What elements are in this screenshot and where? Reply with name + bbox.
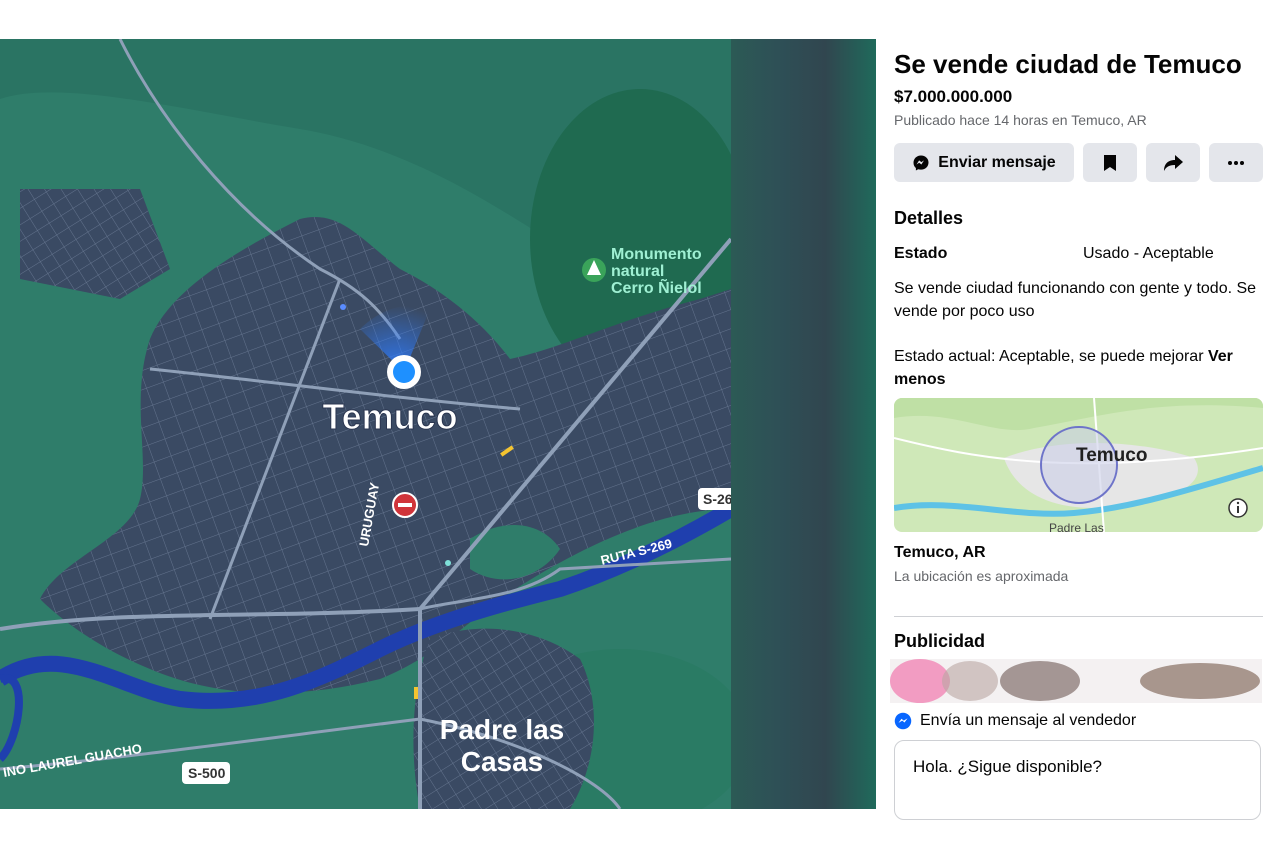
ads-blur-svg xyxy=(890,659,1262,703)
route-badge-s26-text: S-26 xyxy=(703,491,731,507)
share-icon xyxy=(1164,154,1183,171)
details-heading: Detalles xyxy=(894,208,964,228)
location-note: La ubicación es aproximada xyxy=(894,568,1069,584)
minimap-town-label: Padre Las xyxy=(1049,521,1104,532)
map-town-label-line1: Padre las xyxy=(440,714,565,745)
listing-panel: Se vende ciudad de Temuco $7.000.000.000… xyxy=(876,39,1272,820)
description-status-text: Estado actual: Aceptable, se puede mejor… xyxy=(894,348,1204,365)
condition-label: Estado xyxy=(894,245,948,262)
map-town-label-line2: Casas xyxy=(461,746,544,777)
divider xyxy=(894,616,1263,617)
listing-title: Se vende ciudad de Temuco xyxy=(894,49,1242,79)
more-options-button[interactable] xyxy=(1209,143,1263,182)
map-poi-label-3: Cerro Ñielol xyxy=(611,277,702,297)
messenger-icon xyxy=(894,712,912,730)
listing-price: $7.000.000.000 xyxy=(894,87,1013,106)
description-status: Estado actual: Aceptable, se puede mejor… xyxy=(894,345,1264,391)
location-minimap[interactable]: Temuco Padre Las xyxy=(894,398,1263,532)
route-badge-s500: S-500 xyxy=(182,762,230,784)
map-poi-label-2: natural xyxy=(611,263,664,280)
map-svg: Temuco Padre las Casas Monumento natural… xyxy=(0,39,731,809)
map-image: Temuco Padre las Casas Monumento natural… xyxy=(0,39,876,809)
map-city-label: Temuco xyxy=(322,396,457,437)
location-name: Temuco, AR xyxy=(894,544,986,561)
map-blurred-edge xyxy=(731,39,876,809)
message-seller-label: Envía un mensaje al vendedor xyxy=(920,712,1137,729)
minimap-svg: Temuco Padre Las xyxy=(894,398,1263,532)
save-button[interactable] xyxy=(1083,143,1137,182)
share-button[interactable] xyxy=(1146,143,1200,182)
bookmark-icon xyxy=(1104,154,1116,171)
ads-heading: Publicidad xyxy=(894,631,986,651)
more-dots-icon xyxy=(1228,160,1244,165)
condition-value: Usado - Aceptable xyxy=(1083,245,1214,262)
message-input[interactable]: Hola. ¿Sigue disponible? xyxy=(894,740,1261,820)
minimap-city-label: Temuco xyxy=(1076,445,1147,466)
sponsored-content-blurred[interactable] xyxy=(890,659,1262,703)
send-message-button[interactable]: Enviar mensaje xyxy=(894,143,1074,182)
listing-posted: Publicado hace 14 horas en Temuco, AR xyxy=(894,112,1147,128)
messenger-icon xyxy=(913,155,929,170)
route-badge-s500-text: S-500 xyxy=(188,765,226,781)
description-text: Se vende ciudad funcionando con gente y … xyxy=(894,280,1257,320)
info-icon[interactable] xyxy=(1228,498,1248,518)
route-badge-s26: S-26 xyxy=(698,488,731,510)
message-seller-heading: Envía un mensaje al vendedor xyxy=(894,712,1136,730)
map-poi-label-1: Monumento xyxy=(611,246,702,263)
send-message-label: Enviar mensaje xyxy=(938,153,1056,171)
